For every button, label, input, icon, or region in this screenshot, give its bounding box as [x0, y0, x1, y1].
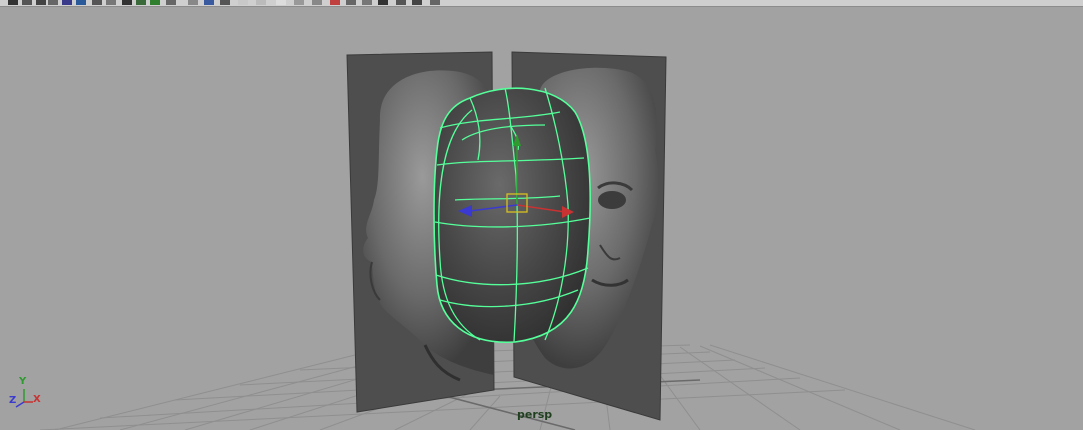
ipr-render-icon[interactable] — [166, 0, 176, 5]
channel-box-icon[interactable] — [396, 0, 406, 5]
axis-label-y: Y — [19, 376, 27, 387]
attribute-editor-icon[interactable] — [412, 0, 422, 5]
axis-label-z: Z — [9, 395, 17, 406]
maya-viewport-window: Y X Z persp — [0, 0, 1083, 430]
output-ops-icon[interactable] — [362, 0, 372, 5]
paint-select-icon[interactable] — [36, 0, 46, 5]
camera-name-label: persp — [517, 408, 553, 421]
history-icon[interactable] — [312, 0, 322, 5]
move-tool-icon[interactable] — [48, 0, 58, 5]
select-tool-icon[interactable] — [8, 0, 18, 5]
render-view-icon[interactable] — [150, 0, 160, 5]
show-manipulator-icon[interactable] — [106, 0, 116, 5]
hypershade-icon[interactable] — [204, 0, 214, 5]
render-frame-icon[interactable] — [136, 0, 146, 5]
snap-plane-icon[interactable] — [276, 0, 286, 5]
render-settings-icon[interactable] — [188, 0, 198, 5]
snap-point-icon[interactable] — [256, 0, 266, 5]
rotate-tool-icon[interactable] — [62, 0, 72, 5]
view-axis-gizmo — [15, 389, 33, 408]
tool-settings-icon[interactable] — [430, 0, 440, 5]
scale-tool-icon[interactable] — [76, 0, 86, 5]
snap-grid-icon[interactable] — [220, 0, 230, 5]
soft-mod-icon[interactable] — [92, 0, 102, 5]
shelf-toolbar — [0, 0, 1083, 7]
construction-history-icon[interactable] — [330, 0, 340, 5]
make-live-icon[interactable] — [294, 0, 304, 5]
viewport-canvas[interactable] — [0, 7, 1083, 430]
input-ops-icon[interactable] — [346, 0, 356, 5]
axis-label-x: X — [33, 394, 41, 405]
lasso-tool-icon[interactable] — [22, 0, 32, 5]
perspective-viewport[interactable]: Y X Z persp — [0, 7, 1083, 430]
sculpt-icon[interactable] — [378, 0, 388, 5]
snap-curve-icon[interactable] — [238, 0, 248, 5]
last-tool-icon[interactable] — [122, 0, 132, 5]
grid — [39, 344, 976, 430]
